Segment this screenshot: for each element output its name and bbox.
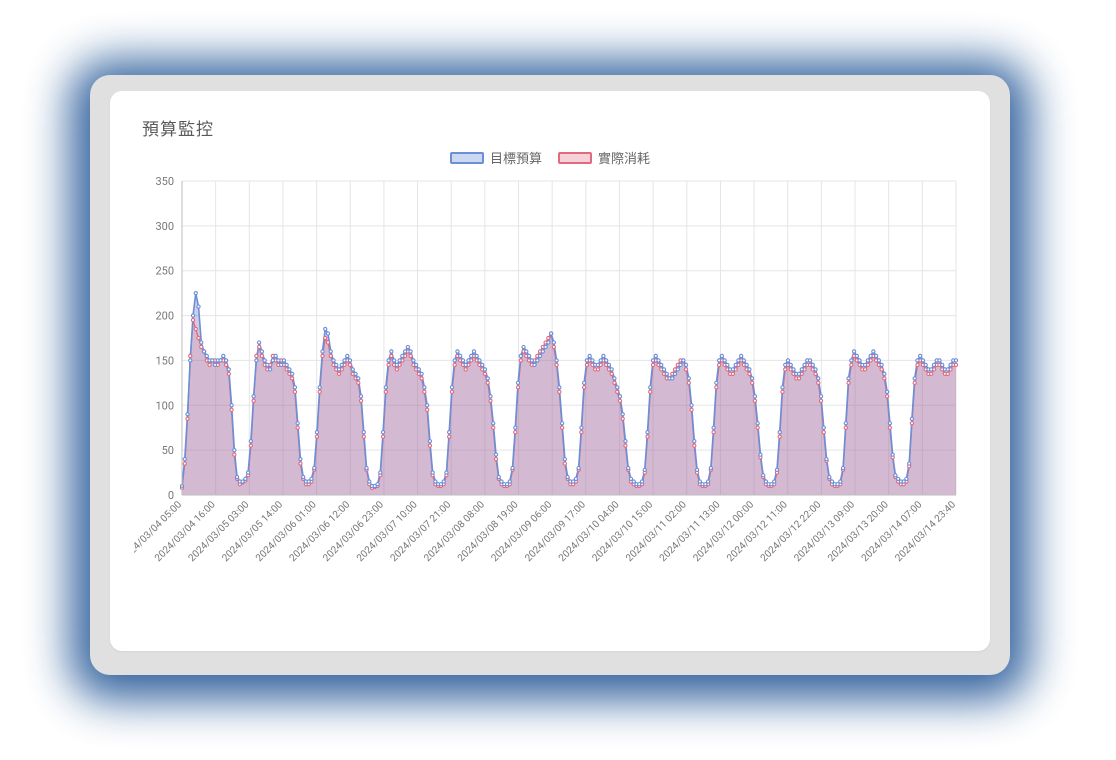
- svg-text:2024/03/05 03:00: 2024/03/05 03:00: [187, 499, 252, 564]
- svg-text:2024/03/05 14:00: 2024/03/05 14:00: [220, 499, 285, 564]
- svg-text:0: 0: [168, 489, 174, 502]
- svg-text:2024/03/14 23:40: 2024/03/14 23:40: [893, 499, 958, 564]
- svg-text:2024/03/07 10:00: 2024/03/07 10:00: [355, 499, 420, 564]
- svg-text:2024/03/09 06:00: 2024/03/09 06:00: [490, 499, 555, 564]
- chart-legend: 目標預算 實際消耗: [134, 148, 966, 167]
- svg-text:2024/03/04 16:00: 2024/03/04 16:00: [153, 499, 218, 564]
- svg-text:350: 350: [155, 175, 174, 188]
- budget-chart[interactable]: 0501001502002503003502024/03/04 05:00202…: [134, 175, 966, 615]
- legend-label: 實際消耗: [598, 148, 650, 167]
- legend-label: 目標預算: [490, 148, 542, 167]
- svg-text:2024/03/06 12:00: 2024/03/06 12:00: [288, 499, 353, 564]
- svg-text:200: 200: [155, 310, 174, 323]
- svg-text:2024/03/10 04:00: 2024/03/10 04:00: [557, 499, 622, 564]
- legend-swatch-icon: [450, 152, 484, 164]
- svg-text:50: 50: [162, 444, 174, 457]
- svg-text:2024/03/12 22:00: 2024/03/12 22:00: [759, 499, 824, 564]
- svg-text:2024/03/11 02:00: 2024/03/11 02:00: [624, 499, 689, 564]
- svg-text:2024/03/06 01:00: 2024/03/06 01:00: [254, 499, 319, 564]
- svg-text:2024/03/13 20:00: 2024/03/13 20:00: [826, 499, 891, 564]
- svg-text:2024/03/12 11:00: 2024/03/12 11:00: [725, 499, 790, 564]
- svg-text:2024/03/11 13:00: 2024/03/11 13:00: [658, 499, 723, 564]
- svg-text:300: 300: [155, 220, 174, 233]
- svg-text:2024/03/06 23:00: 2024/03/06 23:00: [321, 499, 386, 564]
- svg-text:100: 100: [155, 399, 174, 412]
- legend-item-actual[interactable]: 實際消耗: [558, 148, 650, 167]
- svg-text:2024/03/08 08:00: 2024/03/08 08:00: [422, 499, 487, 564]
- chart-card: 預算監控 目標預算 實際消耗 0 50 100 150 200 250 300 350 2024…: [110, 91, 990, 651]
- svg-text:2024/03/07 21:00: 2024/03/07 21:00: [389, 499, 454, 564]
- chart-title: 預算監控: [142, 115, 966, 140]
- svg-text:2024/03/09 17:00: 2024/03/09 17:00: [523, 499, 588, 564]
- svg-text:2024/03/12 00:00: 2024/03/12 00:00: [691, 499, 756, 564]
- svg-text:2024/03/13 09:00: 2024/03/13 09:00: [792, 499, 857, 564]
- legend-swatch-icon: [558, 152, 592, 164]
- svg-text:250: 250: [155, 265, 174, 278]
- svg-text:150: 150: [155, 354, 174, 367]
- svg-text:2024/03/14 07:00: 2024/03/14 07:00: [860, 499, 925, 564]
- dashboard-card: 預算監控 目標預算 實際消耗 0 50 100 150 200 250 300 350 2024…: [90, 75, 1010, 675]
- svg-text:2024/03/10 15:00: 2024/03/10 15:00: [590, 499, 655, 564]
- svg-text:2024/03/08 19:00: 2024/03/08 19:00: [456, 499, 521, 564]
- legend-item-target[interactable]: 目標預算: [450, 148, 542, 167]
